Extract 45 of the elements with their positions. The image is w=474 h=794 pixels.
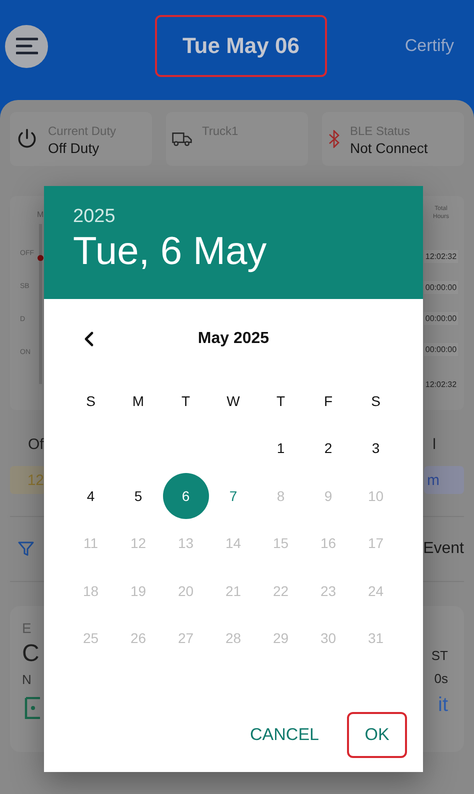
event-filter-label[interactable]: Event — [423, 540, 464, 558]
weekday-label: W — [226, 392, 240, 409]
date-title[interactable]: Tue May 06 — [155, 15, 327, 77]
calendar-day[interactable]: 3 — [352, 425, 399, 472]
calendar-day[interactable]: 2 — [305, 425, 352, 472]
edit-link[interactable]: it — [438, 694, 448, 717]
bluetooth-icon — [328, 130, 340, 148]
event-duration: 0s — [434, 671, 448, 686]
month-label: May 2025 — [198, 330, 270, 348]
weekday-label: M — [132, 392, 144, 409]
previous-month-button[interactable] — [82, 329, 96, 349]
weekday-label: S — [371, 392, 380, 409]
status-value: Not Connect — [350, 140, 428, 156]
status-value: Off Duty — [48, 140, 100, 156]
weekday-label: F — [324, 392, 333, 409]
event-note: N — [22, 672, 32, 687]
hours-chip: 12 — [10, 466, 46, 494]
menu-icon — [16, 37, 38, 55]
calendar-day[interactable]: 6 — [162, 472, 209, 519]
calendar-day[interactable]: 1 — [258, 425, 304, 472]
calendar-day[interactable]: 7 — [210, 472, 256, 519]
menu-button[interactable] — [5, 24, 48, 68]
year-label[interactable]: 2025 — [73, 206, 423, 228]
weekday-label: S — [86, 392, 96, 409]
calendar-day[interactable]: 4 — [68, 472, 114, 519]
weekday-label: T — [181, 392, 190, 409]
total-hours-value: 00:00:00 — [424, 280, 458, 294]
total-hours-value: 00:00:00 — [424, 312, 458, 325]
event-title: C — [22, 640, 40, 668]
dialog-button[interactable]: OK — [347, 712, 407, 758]
dialog-button[interactable]: CANCEL — [236, 712, 333, 758]
truck-icon — [172, 131, 192, 147]
event-time-zone: ST — [431, 648, 448, 663]
power-icon — [16, 128, 38, 150]
weekday-label: T — [276, 392, 286, 409]
certify-link[interactable]: Certify — [404, 36, 454, 56]
total-hours-value: 00:00:00 — [424, 342, 458, 356]
hours-chip: m — [424, 466, 464, 494]
summary-label: l — [432, 436, 437, 452]
chevron-left-icon — [84, 331, 94, 347]
calendar-day[interactable]: 5 — [115, 472, 162, 519]
selected-date: Tue, 6 May — [73, 230, 268, 274]
total-hours-value: 12:02:32 — [424, 250, 458, 263]
grand-total-value: 12:02:32 — [424, 378, 458, 391]
summary-label: Of — [27, 436, 44, 452]
